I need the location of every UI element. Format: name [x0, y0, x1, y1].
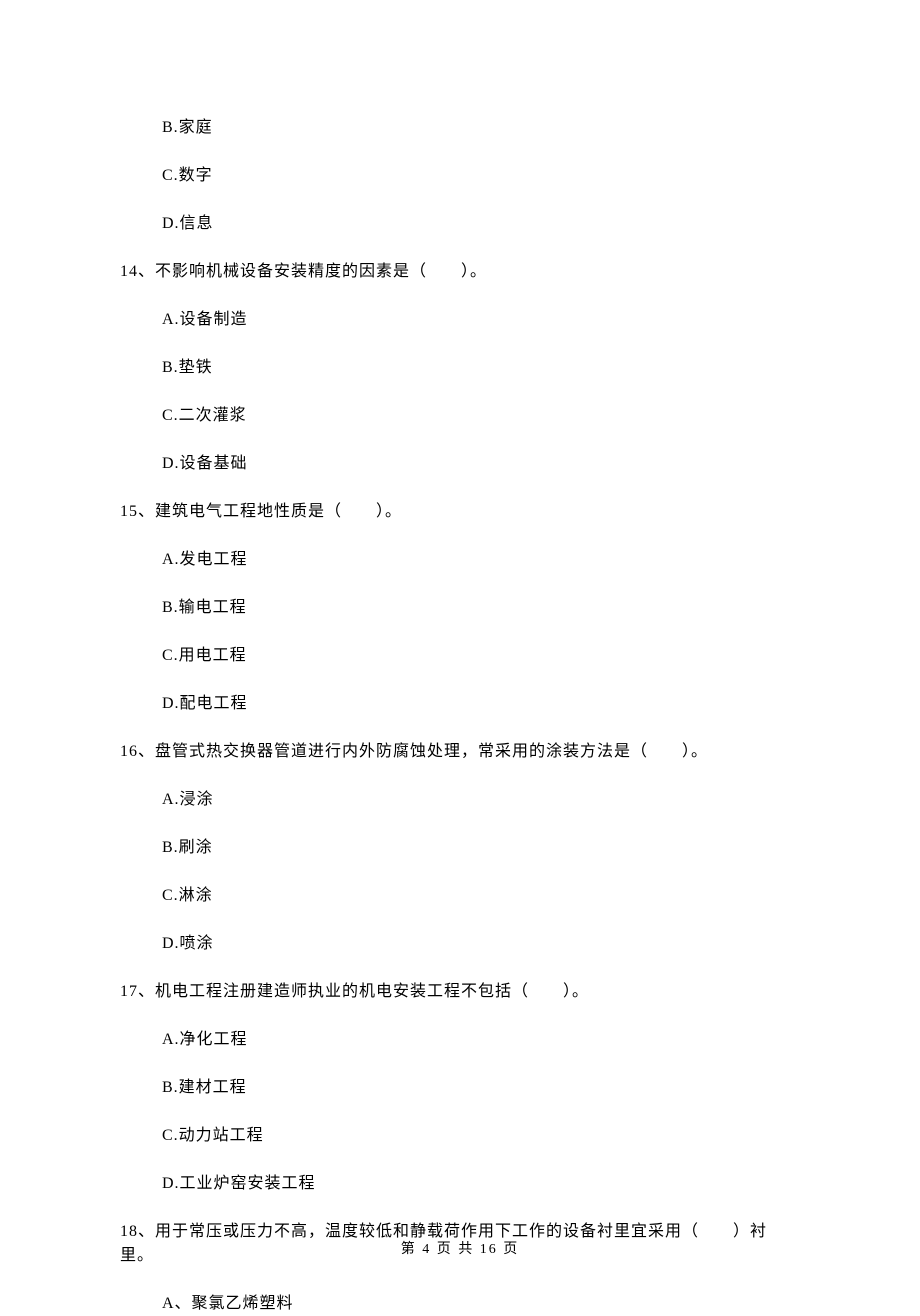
- document-content: B.家庭 C.数字 D.信息 14、不影响机械设备安装精度的因素是（ ）。 A.…: [0, 0, 920, 1316]
- page-footer: 第 4 页 共 16 页: [0, 1239, 920, 1260]
- question-stem: 17、机电工程注册建造师执业的机电安装工程不包括（ ）。: [120, 980, 800, 1004]
- option-text: B.建材工程: [162, 1076, 800, 1100]
- option-text: C.用电工程: [162, 644, 800, 668]
- option-text: A.浸涂: [162, 788, 800, 812]
- option-text: A.设备制造: [162, 308, 800, 332]
- option-text: D.工业炉窑安装工程: [162, 1172, 800, 1196]
- option-text: B.刷涂: [162, 836, 800, 860]
- question-stem: 14、不影响机械设备安装精度的因素是（ ）。: [120, 260, 800, 284]
- option-text: B.输电工程: [162, 596, 800, 620]
- option-text: C.动力站工程: [162, 1124, 800, 1148]
- option-text: C.二次灌浆: [162, 404, 800, 428]
- option-text: D.设备基础: [162, 452, 800, 476]
- option-text: D.信息: [162, 212, 800, 236]
- option-text: A、聚氯乙烯塑料: [162, 1292, 800, 1316]
- option-text: D.喷涂: [162, 932, 800, 956]
- option-text: A.净化工程: [162, 1028, 800, 1052]
- question-stem: 15、建筑电气工程地性质是（ ）。: [120, 500, 800, 524]
- option-text: B.垫铁: [162, 356, 800, 380]
- question-stem: 16、盘管式热交换器管道进行内外防腐蚀处理，常采用的涂装方法是（ ）。: [120, 740, 800, 764]
- option-text: A.发电工程: [162, 548, 800, 572]
- option-text: B.家庭: [162, 116, 800, 140]
- option-text: C.数字: [162, 164, 800, 188]
- option-text: D.配电工程: [162, 692, 800, 716]
- option-text: C.淋涂: [162, 884, 800, 908]
